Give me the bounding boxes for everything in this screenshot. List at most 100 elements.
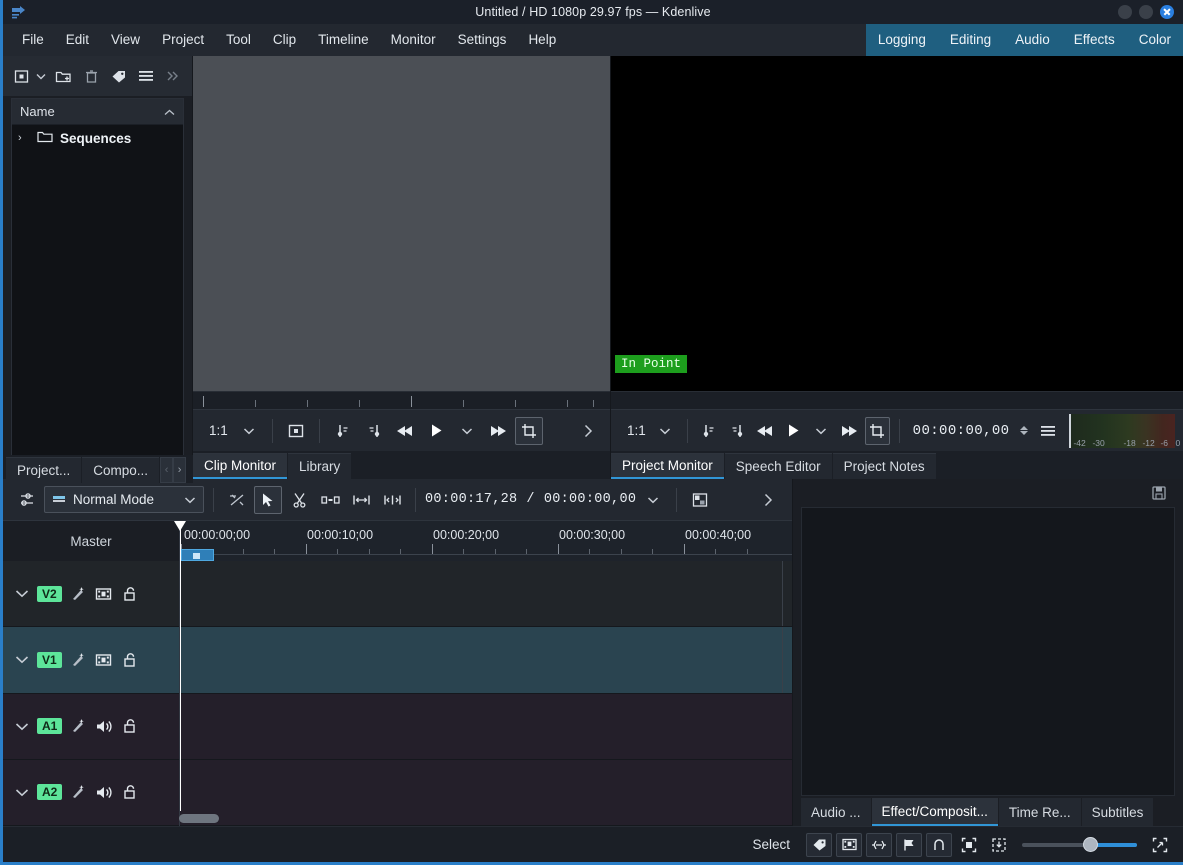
track-lane-v1[interactable]: [180, 627, 792, 694]
effects-icon[interactable]: [68, 716, 88, 736]
project-monitor-ruler[interactable]: [611, 391, 1183, 409]
preview-render-icon[interactable]: [686, 486, 714, 514]
layout-audio[interactable]: Audio: [1003, 24, 1062, 56]
track-lane-a2[interactable]: [180, 759, 792, 826]
maximize-button[interactable]: [1139, 5, 1153, 19]
edit-mode-selector[interactable]: Normal Mode: [44, 486, 204, 513]
tab-subtitles[interactable]: Subtitles: [1081, 798, 1154, 826]
layout-color[interactable]: Color: [1127, 24, 1183, 56]
ripple-tool-icon[interactable]: [378, 486, 406, 514]
menu-settings[interactable]: Settings: [447, 24, 518, 56]
chevron-down-icon[interactable]: [36, 73, 49, 80]
more-options-chevron-icon[interactable]: [574, 417, 602, 445]
effects-icon[interactable]: [68, 782, 88, 802]
overflow-double-chevron-icon[interactable]: [161, 63, 186, 89]
bin-tree[interactable]: Name › Sequences: [11, 98, 184, 467]
audio-thumbnails-icon[interactable]: [866, 832, 892, 857]
track-lane-v2[interactable]: [180, 561, 792, 628]
layout-editing[interactable]: Editing: [938, 24, 1003, 56]
video-visibility-icon[interactable]: [94, 650, 114, 670]
clip-monitor-ruler[interactable]: [193, 391, 610, 409]
collapse-chevron-icon[interactable]: [13, 788, 31, 797]
save-effect-stack-icon[interactable]: [1145, 479, 1173, 507]
effects-icon[interactable]: [68, 584, 88, 604]
tab-clip-monitor[interactable]: Clip Monitor: [193, 453, 288, 479]
timeline-zone-marker[interactable]: [181, 549, 214, 561]
mix-clips-icon[interactable]: [223, 486, 251, 514]
chevron-right-icon[interactable]: ›: [173, 457, 187, 483]
snap-icon[interactable]: [926, 832, 952, 857]
track-header-v2[interactable]: V2: [3, 561, 179, 628]
menu-monitor[interactable]: Monitor: [380, 24, 447, 56]
project-monitor-timecode[interactable]: 00:00:00,00: [909, 423, 1014, 439]
slip-tool-icon[interactable]: [347, 486, 375, 514]
thumbnails-icon[interactable]: [836, 832, 862, 857]
rewind-icon[interactable]: [391, 417, 419, 445]
menu-timeline[interactable]: Timeline: [307, 24, 380, 56]
tab-time-remap[interactable]: Time Re...: [998, 798, 1081, 826]
list-menu-icon[interactable]: [133, 63, 158, 89]
chevron-up-icon[interactable]: [164, 104, 175, 119]
track-name-badge[interactable]: V1: [37, 651, 62, 668]
tab-compositions[interactable]: Compo...: [82, 457, 160, 483]
menu-tool[interactable]: Tool: [215, 24, 262, 56]
tab-library[interactable]: Library: [288, 453, 352, 479]
timeline-duration-timecode[interactable]: 00:00:00,00: [544, 492, 636, 507]
lock-icon[interactable]: [120, 782, 140, 802]
forward-icon[interactable]: [837, 417, 862, 445]
tab-speech-editor[interactable]: Speech Editor: [724, 453, 832, 479]
expand-chevron-icon[interactable]: ›: [18, 132, 30, 144]
zoom-out-icon[interactable]: [986, 833, 1012, 857]
play-icon[interactable]: [781, 417, 806, 445]
timecode-spinner[interactable]: [1016, 426, 1032, 435]
zoom-in-fit-icon[interactable]: [1147, 833, 1173, 857]
razor-tool-icon[interactable]: [285, 486, 313, 514]
bin-column-header[interactable]: Name: [12, 99, 183, 125]
lock-icon[interactable]: [120, 650, 140, 670]
set-out-point-icon[interactable]: [360, 417, 388, 445]
selection-tool-icon[interactable]: [254, 485, 282, 514]
menu-file[interactable]: File: [11, 24, 55, 56]
close-button[interactable]: [1160, 5, 1174, 19]
timeline-tracks-area[interactable]: [179, 561, 792, 826]
lock-icon[interactable]: [120, 584, 140, 604]
audio-mute-icon[interactable]: [94, 782, 114, 802]
menu-edit[interactable]: Edit: [55, 24, 100, 56]
menu-view[interactable]: View: [100, 24, 151, 56]
timeline-zoom-slider[interactable]: [1022, 834, 1137, 856]
chevron-left-icon[interactable]: ‹: [160, 457, 174, 483]
play-options-chevron-icon[interactable]: [809, 417, 834, 445]
chevron-down-icon[interactable]: [653, 417, 678, 445]
timeline-playhead[interactable]: [174, 521, 186, 811]
collapse-chevron-icon[interactable]: [13, 589, 31, 598]
chevron-down-icon[interactable]: [184, 492, 196, 507]
menu-help[interactable]: Help: [517, 24, 567, 56]
guides-icon[interactable]: [896, 832, 922, 857]
lock-icon[interactable]: [120, 716, 140, 736]
track-name-badge[interactable]: A2: [37, 784, 63, 801]
tab-project-bin[interactable]: Project...: [6, 457, 82, 483]
layout-logging[interactable]: Logging: [866, 24, 938, 56]
tab-effect-compositing[interactable]: Effect/Composit...: [871, 798, 998, 826]
track-name-badge[interactable]: A1: [37, 718, 63, 735]
zone-crop-icon[interactable]: [864, 416, 890, 445]
snapshot-icon[interactable]: [282, 417, 310, 445]
timeline-overflow-chevron-icon[interactable]: [754, 486, 782, 514]
play-options-chevron-icon[interactable]: [453, 417, 481, 445]
chevron-down-icon[interactable]: [235, 417, 263, 445]
track-name-badge[interactable]: V2: [37, 585, 62, 602]
list-item[interactable]: › Sequences: [12, 125, 183, 151]
markers-icon[interactable]: [806, 832, 832, 857]
monitor-menu-icon[interactable]: [1035, 417, 1060, 445]
timeline-position-timecode[interactable]: 00:00:17,28: [425, 492, 517, 507]
tab-project-notes[interactable]: Project Notes: [832, 453, 936, 479]
track-header-v1[interactable]: V1: [3, 627, 179, 694]
effects-icon[interactable]: [68, 650, 88, 670]
menu-project[interactable]: Project: [151, 24, 215, 56]
timeline-horizontal-scrollbar[interactable]: [179, 814, 219, 823]
new-folder-icon[interactable]: [51, 63, 76, 89]
add-clip-icon[interactable]: [9, 63, 34, 89]
track-lane-a1[interactable]: [180, 693, 792, 760]
chevron-down-icon[interactable]: [639, 486, 667, 514]
layout-effects[interactable]: Effects: [1062, 24, 1127, 56]
